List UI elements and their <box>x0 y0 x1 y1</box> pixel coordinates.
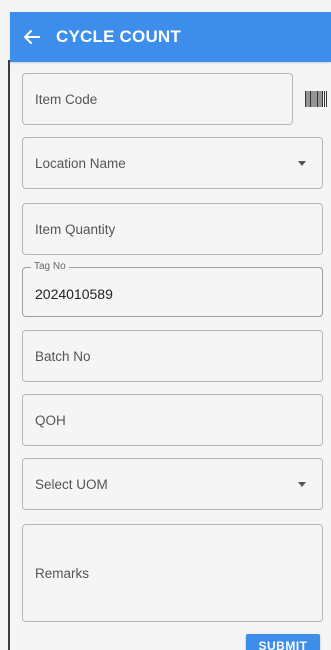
barcode-icon[interactable] <box>305 91 327 107</box>
app-bar: CYCLE COUNT <box>10 12 331 62</box>
batch-no-input[interactable]: Batch No <box>22 330 323 382</box>
arrow-left-icon <box>24 30 40 44</box>
left-border <box>8 60 10 650</box>
batch-no-placeholder: Batch No <box>35 348 91 364</box>
tag-no-label: Tag No <box>31 261 69 272</box>
chevron-down-icon <box>298 481 306 487</box>
uom-placeholder: Select UOM <box>35 476 108 492</box>
page-title: CYCLE COUNT <box>56 27 181 46</box>
back-button[interactable] <box>10 12 54 62</box>
tag-no-value: 2024010589 <box>35 286 113 302</box>
qoh-input[interactable]: QOH <box>22 394 323 446</box>
tag-no-input[interactable]: Tag No 2024010589 <box>22 261 323 317</box>
location-name-select[interactable]: Location Name <box>22 137 323 189</box>
submit-button[interactable]: SUBMIT <box>246 634 320 650</box>
remarks-placeholder: Remarks <box>35 565 90 581</box>
remarks-textarea[interactable]: Remarks <box>22 524 323 622</box>
uom-select[interactable]: Select UOM <box>22 458 323 510</box>
item-code-placeholder: Item Code <box>35 91 98 107</box>
qoh-placeholder: QOH <box>35 412 66 428</box>
cycle-count-screen: CYCLE COUNT Item Code Location Name Item… <box>0 0 331 650</box>
item-quantity-placeholder: Item Quantity <box>35 221 116 237</box>
item-code-input[interactable]: Item Code <box>22 73 293 125</box>
location-name-placeholder: Location Name <box>35 155 126 171</box>
chevron-down-icon <box>298 160 306 166</box>
item-quantity-input[interactable]: Item Quantity <box>22 203 323 255</box>
